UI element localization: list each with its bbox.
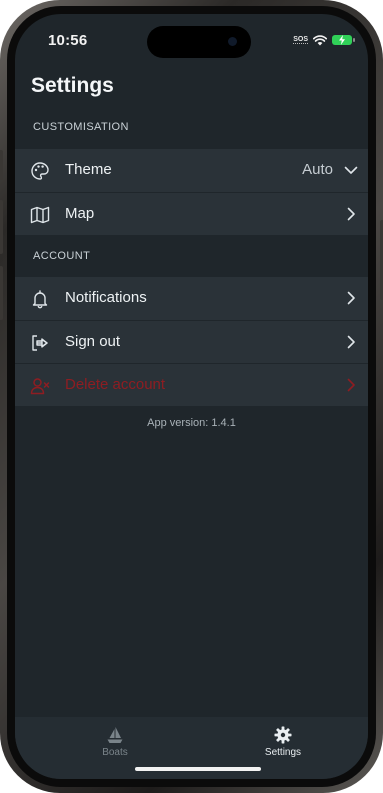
delete-user-icon [30,378,50,395]
chevron-down-icon [344,166,358,174]
status-bar: 10:56 SOS [15,14,368,68]
chevron-right-icon [347,335,355,349]
sailboat-icon [107,727,123,743]
screen: 10:56 SOS Settings CUSTOMISATION Theme A… [15,14,368,779]
chevron-right-icon [347,378,355,392]
theme-value[interactable]: Auto [302,161,333,178]
camera-icon [228,37,237,46]
volume-up-button [0,200,3,254]
customisation-group: Theme Auto Map [15,149,368,235]
theme-label: Theme [65,161,112,178]
map-icon [30,206,50,224]
map-label: Map [65,205,95,222]
theme-row[interactable]: Theme Auto [15,149,368,192]
charging-bolt-icon [339,35,345,45]
bell-icon [32,290,48,309]
sign-out-row[interactable]: Sign out [15,320,368,363]
status-time: 10:56 [48,32,88,49]
notifications-row[interactable]: Notifications [15,277,368,320]
status-indicators: SOS [293,34,355,46]
home-indicator[interactable] [135,767,261,771]
phone-frame: 10:56 SOS Settings CUSTOMISATION Theme A… [0,0,383,793]
account-group: Notifications Sign out Delete account [15,277,368,406]
wifi-icon [313,34,327,45]
delete-account-row[interactable]: Delete account [15,363,368,406]
page-title: Settings [31,74,114,97]
dynamic-island [147,26,251,58]
section-label-customisation: CUSTOMISATION [33,121,129,133]
map-row[interactable]: Map [15,192,368,235]
notifications-label: Notifications [65,289,147,306]
palette-icon [31,162,49,180]
tab-boats-label: Boats [102,747,128,758]
tab-boats[interactable]: Boats [70,725,160,758]
gear-icon [274,726,292,744]
action-button [0,150,3,180]
volume-down-button [0,266,3,320]
delete-account-label: Delete account [65,376,166,393]
battery-icon [332,35,355,45]
tab-settings[interactable]: Settings [238,725,328,758]
chevron-right-icon [347,207,355,221]
tab-settings-label: Settings [264,747,302,758]
sos-indicator: SOS [293,36,308,44]
sign-out-label: Sign out [65,333,121,350]
section-label-account: ACCOUNT [33,250,91,262]
sign-out-icon [32,335,48,351]
chevron-right-icon [347,291,355,305]
app-version: App version: 1.4.1 [147,417,236,429]
